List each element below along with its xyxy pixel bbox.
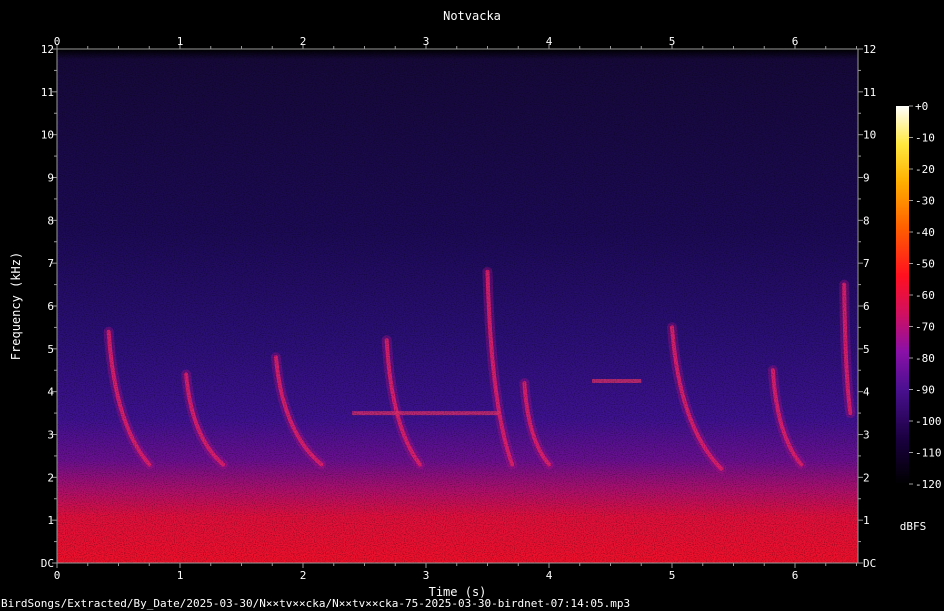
- y-tick-label: 6: [47, 300, 54, 313]
- x-tick-label: 3: [423, 569, 430, 582]
- colorbar-tick-label: -110: [915, 447, 942, 460]
- y-tick-label: 2: [47, 471, 54, 484]
- y-tick-label-right: 8: [863, 214, 870, 227]
- y-tick-label: 8: [47, 214, 54, 227]
- y-tick-label-right: 6: [863, 300, 870, 313]
- y-tick-label-right: 2: [863, 471, 870, 484]
- spectrogram-noise: [57, 49, 858, 563]
- y-tick-label-right: 1: [863, 514, 870, 527]
- y-tick-label: 7: [47, 257, 54, 270]
- colorbar-tick-label: -10: [915, 132, 935, 145]
- y-tick-label: 5: [47, 343, 54, 356]
- y-axis-label: Frequency (kHz): [9, 252, 23, 360]
- spectrogram-chart: 0123456 0123456 DC123456789101112 DC1234…: [9, 35, 942, 599]
- y-tick-label-right: DC: [863, 557, 876, 570]
- x-tick-label: 5: [669, 569, 676, 582]
- plot-area: [57, 49, 858, 563]
- colorbar: +0 -10 -20 -30 -40 -50 -60 -70 -80 -90 -100 -110 -12…: [896, 100, 942, 533]
- y-tick-label: 4: [47, 386, 54, 399]
- x-tick-label-top: 3: [423, 35, 430, 48]
- y-tick-label-right: 10: [863, 129, 876, 142]
- y-tick-label: 9: [47, 172, 54, 185]
- colorbar-tick-label: -20: [915, 163, 935, 176]
- x-tick-label: 6: [792, 569, 799, 582]
- y-tick-label: 12: [41, 43, 54, 56]
- colorbar-tick-label: -30: [915, 195, 935, 208]
- x-tick-label-top: 0: [54, 35, 61, 48]
- colorbar-tick-label: +0: [915, 100, 928, 113]
- colorbar-tick-label: -80: [915, 352, 935, 365]
- y-tick-label-right: 7: [863, 257, 870, 270]
- file-path: BirdSongs/Extracted/By_Date/2025-03-30/N…: [1, 597, 631, 610]
- y-tick-label: 3: [47, 429, 54, 442]
- y-tick-label-right: 5: [863, 343, 870, 356]
- colorbar-tick-label: -40: [915, 226, 935, 239]
- colorbar-label: dBFS: [900, 520, 927, 533]
- colorbar-ticks: +0 -10 -20 -30 -40 -50 -60 -70 -80 -90 -100 -110 -12…: [909, 100, 942, 491]
- y-tick-label: 10: [41, 129, 54, 142]
- x-tick-label-top: 1: [177, 35, 184, 48]
- colorbar-gradient: [896, 106, 909, 484]
- x-tick-label-top: 4: [546, 35, 553, 48]
- y-tick-label: 1: [47, 514, 54, 527]
- y-axis-right: DC123456789101112: [858, 43, 876, 570]
- x-tick-label-top: 6: [792, 35, 799, 48]
- colorbar-tick-label: -120: [915, 478, 942, 491]
- y-tick-label: DC: [41, 557, 54, 570]
- x-axis-bottom: 0 1 2 3 4 5 6: [54, 563, 857, 582]
- y-tick-label-right: 9: [863, 172, 870, 185]
- y-axis-left: DC123456789101112: [41, 43, 57, 570]
- x-tick-label: 4: [546, 569, 553, 582]
- x-tick-label: 0: [54, 569, 61, 582]
- x-tick-label-top: 2: [300, 35, 307, 48]
- x-axis-top: 0 1 2 3 4 5 6: [54, 35, 857, 49]
- y-tick-label-right: 11: [863, 86, 876, 99]
- colorbar-tick-label: -100: [915, 415, 942, 428]
- colorbar-tick-label: -60: [915, 289, 935, 302]
- y-tick-label-right: 12: [863, 43, 876, 56]
- colorbar-tick-label: -70: [915, 321, 935, 334]
- x-tick-label: 1: [177, 569, 184, 582]
- y-tick-label-right: 3: [863, 429, 870, 442]
- colorbar-tick-label: -90: [915, 384, 935, 397]
- colorbar-tick-label: -50: [915, 258, 935, 271]
- x-tick-label: 2: [300, 569, 307, 582]
- x-tick-label-top: 5: [669, 35, 676, 48]
- y-tick-label: 11: [41, 86, 54, 99]
- y-tick-label-right: 4: [863, 386, 870, 399]
